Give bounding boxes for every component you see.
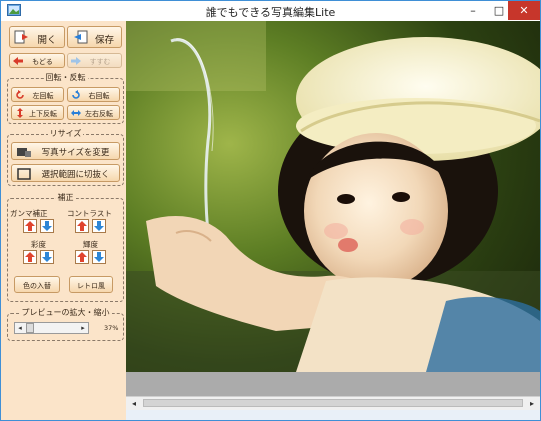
saturation-up-button[interactable]	[23, 250, 37, 264]
contrast-label: コントラスト	[67, 209, 112, 218]
title-bar: 誰でもできる写真編集Lite – □ ✕	[1, 1, 540, 21]
horizontal-scroll-thumb[interactable]	[143, 399, 523, 407]
rotate-left-label: 左回転	[32, 92, 54, 100]
undo-label: もどる	[32, 58, 53, 66]
brightness-down-button[interactable]	[92, 250, 106, 264]
flip-vertical-button[interactable]: 上下反転	[11, 105, 64, 120]
flip-vertical-label: 上下反転	[29, 110, 57, 118]
control-panel: 開く 保存 もどる すすむ 回転・反転 左回転 右回転 上下反転 左右反転 リサ…	[1, 21, 126, 420]
arrow-down-icon	[42, 221, 52, 231]
resize-icon	[17, 148, 31, 157]
rotate-right-label: 右回転	[88, 92, 110, 100]
rotate-left-button[interactable]: 左回転	[11, 87, 64, 102]
save-label: 保存	[94, 35, 114, 46]
saturation-label: 彩度	[31, 240, 46, 249]
open-label: 開く	[37, 35, 57, 46]
resize-group-title: リサイズ	[47, 129, 84, 138]
arrow-up-icon	[77, 221, 87, 231]
gamma-up-button[interactable]	[23, 219, 37, 233]
crop-button[interactable]: 選択範囲に切抜く	[11, 164, 120, 182]
contrast-down-button[interactable]	[92, 219, 106, 233]
change-size-label: 写真サイズを変更	[41, 148, 110, 158]
saturation-down-button[interactable]	[40, 250, 54, 264]
horizontal-scrollbar[interactable]: ◂ ▸	[126, 396, 540, 410]
retro-button[interactable]: レトロ風	[69, 276, 113, 293]
save-file-icon	[74, 30, 88, 44]
retro-label: レトロ風	[77, 282, 105, 290]
scroll-right-arrow-icon[interactable]: ▸	[526, 398, 538, 409]
photo-canvas[interactable]	[126, 21, 540, 372]
brightness-up-button[interactable]	[75, 250, 89, 264]
flip-horizontal-label: 左右反転	[85, 110, 113, 118]
open-button[interactable]: 開く	[9, 26, 65, 48]
open-file-icon	[14, 30, 28, 44]
flip-horizontal-button[interactable]: 左右反転	[67, 105, 120, 120]
swap-colors-label: 色の入替	[23, 282, 51, 290]
zoom-right-arrow-icon[interactable]: ▸	[78, 323, 88, 333]
arrow-up-icon	[25, 221, 35, 231]
zoom-left-arrow-icon[interactable]: ◂	[15, 323, 25, 333]
canvas-empty-area	[126, 372, 540, 396]
arrow-down-icon	[94, 221, 104, 231]
scroll-left-arrow-icon[interactable]: ◂	[128, 398, 140, 409]
change-size-button[interactable]: 写真サイズを変更	[11, 142, 120, 160]
arrow-down-icon	[42, 252, 52, 262]
gamma-label: ガンマ補正	[10, 209, 48, 218]
zoom-slider[interactable]: ◂ ▸	[14, 322, 89, 334]
crop-label: 選択範囲に切抜く	[41, 170, 110, 180]
crop-icon	[17, 168, 31, 180]
photo-image	[126, 21, 540, 372]
arrow-down-icon	[94, 252, 104, 262]
zoom-slider-thumb[interactable]	[26, 323, 34, 333]
arrow-up-icon	[25, 252, 35, 262]
contrast-up-button[interactable]	[75, 219, 89, 233]
arrow-up-icon	[77, 252, 87, 262]
zoom-value: 37%	[104, 324, 119, 332]
preview-group-title: プレビューの拡大・縮小	[19, 308, 112, 317]
redo-button[interactable]: すすむ	[67, 53, 122, 68]
gamma-down-button[interactable]	[40, 219, 54, 233]
undo-button[interactable]: もどる	[9, 53, 65, 68]
rotate-right-button[interactable]: 右回転	[67, 87, 120, 102]
minimize-button[interactable]: –	[460, 1, 486, 20]
brightness-label: 輝度	[83, 240, 98, 249]
close-button[interactable]: ✕	[508, 1, 540, 20]
redo-label: すすむ	[89, 58, 111, 66]
correction-group-title: 補正	[55, 193, 76, 202]
swap-colors-button[interactable]: 色の入替	[14, 276, 60, 293]
save-button[interactable]: 保存	[67, 26, 122, 48]
app-window: 誰でもできる写真編集Lite – □ ✕ 開く 保存 もどる すすむ 回転・反転…	[0, 0, 541, 421]
rotate-group-title: 回転・反転	[43, 73, 88, 82]
